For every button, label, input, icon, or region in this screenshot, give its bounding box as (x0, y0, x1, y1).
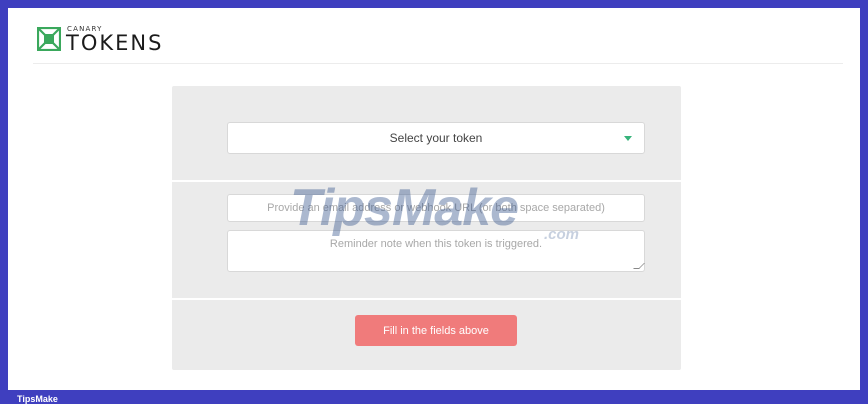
submit-button[interactable]: Fill in the fields above (355, 315, 517, 346)
logo-big-text: TOKENS (66, 31, 164, 55)
token-type-select-label: Select your token (389, 131, 483, 145)
header: CANARY TOKENS (33, 8, 843, 64)
token-type-select[interactable]: Select your token (227, 122, 645, 154)
section-divider (172, 180, 681, 182)
section-divider (172, 298, 681, 300)
canary-logo-icon (37, 27, 61, 51)
footer-label: TipsMake (17, 394, 58, 404)
logo[interactable]: CANARY TOKENS (37, 24, 176, 55)
email-webhook-input[interactable]: Provide an email address or webhook URL … (227, 194, 645, 222)
reminder-note-placeholder: Reminder note when this token is trigger… (329, 238, 543, 250)
resize-handle-icon[interactable] (633, 263, 645, 269)
page-frame: CANARY TOKENS Select your token Provide … (8, 8, 860, 390)
token-form-card: Select your token Provide an email addre… (172, 86, 681, 370)
reminder-note-textarea[interactable]: Reminder note when this token is trigger… (227, 230, 645, 272)
chevron-down-icon (624, 136, 632, 141)
email-webhook-placeholder: Provide an email address or webhook URL … (267, 202, 605, 214)
logo-wordmark: CANARY TOKENS (66, 25, 176, 55)
